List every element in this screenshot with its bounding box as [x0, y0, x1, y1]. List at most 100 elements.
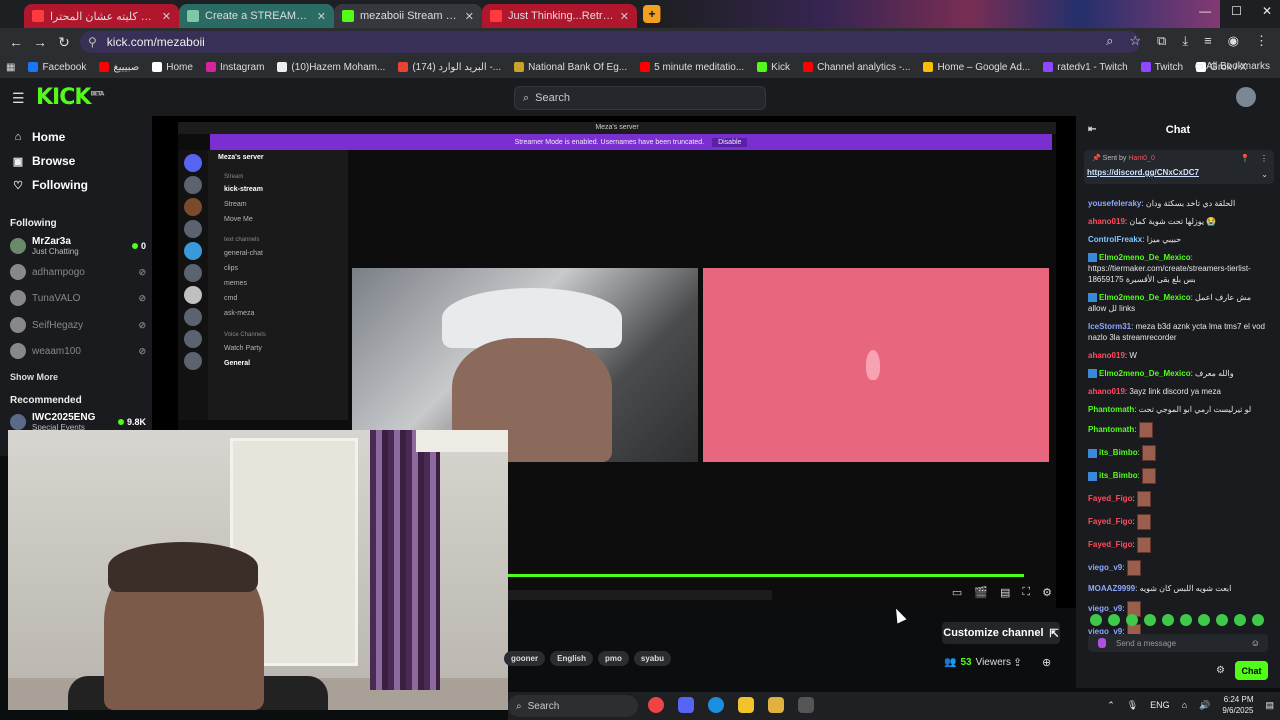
bookmark[interactable]: ratedv1 - Twitch	[1043, 62, 1128, 73]
minimize-icon[interactable]: —	[1199, 4, 1211, 18]
nav-browse[interactable]: ▣ Browse	[12, 154, 76, 168]
chat-username[interactable]: Elmo2meno_De_Mexico	[1099, 369, 1191, 378]
edge-icon[interactable]	[708, 697, 724, 713]
mic-icon[interactable]: 🎙	[1127, 700, 1138, 711]
chat-username[interactable]: Elmo2meno_De_Mexico	[1099, 253, 1191, 262]
browser-tab[interactable]: Just Thinking...Retro Jazz - V ✕	[482, 4, 637, 28]
emote-icon[interactable]	[1090, 614, 1102, 626]
tag-pill[interactable]: syabu	[633, 651, 672, 666]
theater-icon[interactable]: ▤	[1000, 586, 1010, 599]
chat-username[interactable]: Phantomath	[1088, 425, 1134, 434]
taskbar-search[interactable]: ⌕ Search	[508, 695, 638, 717]
chat-username[interactable]: IceStorm31	[1088, 322, 1131, 331]
emote-icon[interactable]	[1234, 614, 1246, 626]
app-icon[interactable]	[798, 697, 814, 713]
chat-username[interactable]: Fayed_Figo	[1088, 494, 1132, 503]
chat-username[interactable]: viego_v9	[1088, 604, 1122, 613]
bookmark[interactable]: (10)Hazem Moham...	[277, 62, 385, 73]
close-tab-icon[interactable]: ✕	[162, 10, 171, 23]
back-icon[interactable]: ←	[4, 34, 28, 50]
emote-icon[interactable]	[1216, 614, 1228, 626]
profile-icon[interactable]: ◉	[1228, 33, 1239, 49]
chat-username[interactable]: Fayed_Figo	[1088, 540, 1132, 549]
maximize-icon[interactable]: ☐	[1231, 4, 1242, 18]
bookmark[interactable]: Channel analytics -...	[803, 62, 910, 73]
network-icon[interactable]: ⌂	[1182, 700, 1187, 710]
chat-username[interactable]: ahano019	[1088, 217, 1125, 226]
bookmark[interactable]: Home – Google Ad...	[923, 62, 1030, 73]
discord-icon[interactable]	[678, 697, 694, 713]
send-chat-button[interactable]: Chat	[1235, 661, 1268, 680]
browser-tab-active[interactable]: mezaboii Stream - Watch Live o ✕	[334, 4, 482, 28]
download-icon[interactable]: ⤓	[1182, 33, 1188, 49]
bookmark[interactable]: Twitch	[1140, 62, 1183, 73]
tag-pill[interactable]: gooner	[504, 651, 546, 666]
share-icon[interactable]: ⇪	[1013, 656, 1022, 669]
nav-following[interactable]: ♡ Following	[12, 178, 88, 192]
chat-input[interactable]: Send a message ☺	[1088, 634, 1268, 652]
close-tab-icon[interactable]: ✕	[317, 10, 326, 23]
apps-icon[interactable]: ▦	[6, 62, 15, 73]
chat-settings-icon[interactable]: ⚙	[1216, 665, 1225, 676]
tag-pill[interactable]: English	[550, 651, 593, 666]
emote-icon[interactable]	[1162, 614, 1174, 626]
star-icon[interactable]: ☆	[1129, 33, 1141, 49]
fullscreen-icon[interactable]: ⛶	[1022, 586, 1030, 599]
emote-icon[interactable]	[1144, 614, 1156, 626]
pip-icon[interactable]: ▭	[952, 586, 962, 599]
bookmark[interactable]: Kick	[757, 62, 790, 73]
volume-icon[interactable]: 🔊	[1199, 700, 1210, 711]
media-icon[interactable]: ≡	[1204, 33, 1212, 49]
chat-username[interactable]: Fayed_Figo	[1088, 517, 1132, 526]
menu-icon[interactable]: ⋮	[1255, 33, 1268, 49]
close-tab-icon[interactable]: ✕	[620, 10, 629, 23]
site-info-icon[interactable]: ⚲	[88, 35, 97, 49]
chat-username[interactable]: MOAAZ9999	[1088, 584, 1135, 593]
bookmark[interactable]: National Bank Of Eg...	[514, 62, 627, 73]
emoji-icon[interactable]: ☺	[1251, 638, 1260, 648]
more-options-icon[interactable]: ⋮	[1260, 154, 1268, 163]
reload-icon[interactable]: ↻	[52, 34, 76, 51]
chrome-icon[interactable]	[648, 697, 664, 713]
bookmark[interactable]: Home	[152, 62, 193, 73]
search-input[interactable]: ⌕ Search	[514, 86, 766, 110]
chevron-up-icon[interactable]: ⌃	[1107, 700, 1115, 711]
chat-username[interactable]: its_Bimbo	[1099, 471, 1138, 480]
emote-icon[interactable]	[1126, 614, 1138, 626]
pinned-link[interactable]: https://discord.gg/CNxCxDC7	[1087, 168, 1199, 177]
bookmark[interactable]: (174) البريد الوارد -...	[398, 62, 501, 73]
forward-icon[interactable]: →	[28, 34, 52, 50]
followed-channel[interactable]: MrZar3a Just Chatting 0	[10, 234, 146, 258]
close-tab-icon[interactable]: ✕	[465, 10, 474, 23]
tag-pill[interactable]: pmo	[598, 651, 629, 666]
extensions-icon[interactable]: ⧉	[1157, 33, 1166, 49]
add-friend-icon[interactable]: ⊕	[1042, 656, 1051, 669]
stream-progress-bar[interactable]	[480, 574, 1024, 577]
emote-icon[interactable]	[1252, 614, 1264, 626]
file-explorer-icon[interactable]	[738, 697, 754, 713]
bookmark[interactable]: Instagram	[205, 62, 264, 73]
chat-username[interactable]: Elmo2meno_De_Mexico	[1099, 293, 1191, 302]
chat-username[interactable]: yousefeleraky	[1088, 199, 1141, 208]
clock[interactable]: 6:24 PM 9/6/2025	[1222, 694, 1253, 716]
bookmark[interactable]: صبيييغ	[99, 62, 139, 73]
settings-icon[interactable]: ⚙	[1042, 586, 1052, 599]
collapse-chat-icon[interactable]: ⇤	[1088, 124, 1096, 135]
nav-home[interactable]: ⌂ Home	[12, 130, 66, 144]
browser-tab[interactable]: Create a STREAMERS TIERLIST ✕	[179, 4, 334, 28]
close-window-icon[interactable]: ✕	[1262, 4, 1272, 18]
chat-username[interactable]: ControlFreakx	[1088, 235, 1142, 244]
followed-channel[interactable]: weaam100 ⊘	[10, 339, 146, 363]
emote-icon[interactable]	[1108, 614, 1120, 626]
show-more-button[interactable]: Show More	[10, 372, 58, 382]
chevron-down-icon[interactable]: ⌄	[1261, 170, 1268, 179]
bookmark[interactable]: 5 minute meditatio...	[640, 62, 744, 73]
notifications-icon[interactable]: ▤	[1265, 700, 1274, 711]
customize-channel-button[interactable]: Customize channel ⇱	[942, 622, 1060, 644]
chat-username[interactable]: ahano019	[1088, 351, 1125, 360]
app-icon[interactable]	[768, 697, 784, 713]
bookmark[interactable]: Facebook	[28, 62, 86, 73]
chat-username[interactable]: Phantomath	[1088, 405, 1134, 414]
chat-username[interactable]: ahano019	[1088, 387, 1125, 396]
all-bookmarks-button[interactable]: ▭ All Bookmarks	[1194, 61, 1270, 72]
